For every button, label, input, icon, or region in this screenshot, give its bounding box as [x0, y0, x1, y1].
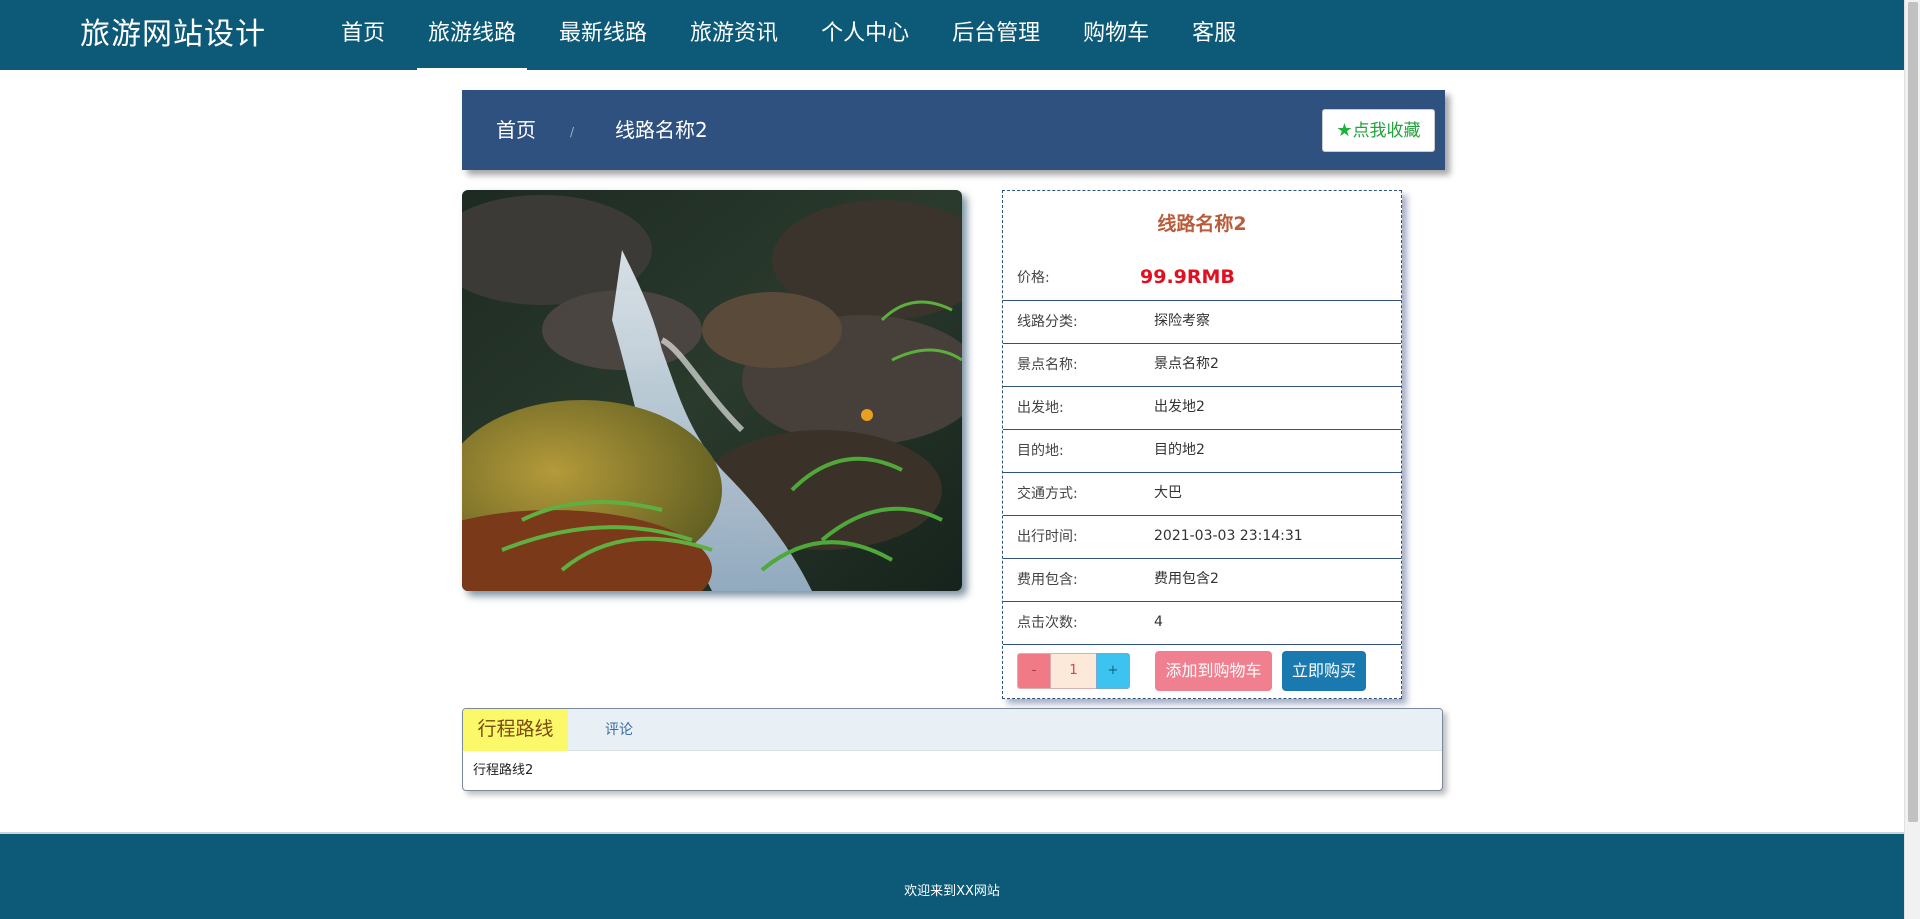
info-key: 目的地: [1017, 443, 1064, 459]
nav-item-tour-routes[interactable]: 旅游线路 [417, 0, 528, 70]
info-key: 点击次数: [1017, 615, 1078, 631]
info-row: 点击次数: 4 [1003, 601, 1401, 644]
main-menu: 首页 旅游线路 最新线路 旅游资讯 个人中心 后台管理 购物车 客服 [330, 0, 1268, 70]
nav-item-cart[interactable]: 购物车 [1072, 0, 1160, 70]
route-info-panel: 线路名称2 价格: 99.9RMB 线路分类: 探险考察 景点名称: 景点名称2… [1002, 190, 1402, 699]
info-row: 交通方式: 大巴 [1003, 472, 1401, 515]
scrollbar-thumb[interactable] [1908, 2, 1918, 822]
info-row: 费用包含: 费用包含2 [1003, 558, 1401, 601]
favorite-button[interactable]: ★点我收藏 [1322, 109, 1435, 152]
top-navbar: 旅游网站设计 首页 旅游线路 最新线路 旅游资讯 个人中心 后台管理 购物车 客… [0, 0, 1904, 70]
detail-tabs: 行程路线 评论 行程路线2 [462, 708, 1443, 791]
info-value: 目的地2 [1154, 442, 1205, 458]
info-key: 出发地: [1017, 400, 1064, 416]
breadcrumb-home-link[interactable]: 首页 [496, 90, 536, 170]
breadcrumb-separator: / [570, 125, 575, 139]
footer: 欢迎来到XX网站 [0, 832, 1904, 919]
site-brand[interactable]: 旅游网站设计 [80, 0, 266, 70]
info-key: 线路分类: [1017, 314, 1078, 330]
info-key: 景点名称: [1017, 357, 1078, 373]
page-scrollbar[interactable] [1904, 0, 1920, 919]
info-row: 目的地: 目的地2 [1003, 429, 1401, 472]
nav-item-travel-news[interactable]: 旅游资讯 [679, 0, 789, 70]
quantity-stepper: - 1 + [1017, 653, 1130, 689]
info-row: 出发地: 出发地2 [1003, 386, 1401, 429]
info-value: 2021-03-03 23:14:31 [1154, 528, 1303, 544]
quantity-input[interactable]: 1 [1051, 653, 1096, 689]
star-icon: ★ [1336, 120, 1353, 141]
tab-content: 行程路线2 [473, 763, 534, 778]
info-row: 景点名称: 景点名称2 [1003, 343, 1401, 386]
quantity-increase-button[interactable]: + [1096, 653, 1130, 689]
nav-item-customer-service[interactable]: 客服 [1181, 0, 1247, 70]
info-value: 出发地2 [1154, 399, 1205, 415]
add-to-cart-button[interactable]: 添加到购物车 [1155, 651, 1272, 691]
info-value: 4 [1154, 614, 1163, 630]
nav-item-home[interactable]: 首页 [330, 0, 396, 70]
breadcrumb-current: 线路名称2 [615, 118, 708, 142]
tab-header: 行程路线 评论 [463, 709, 1442, 751]
info-key: 出行时间: [1017, 529, 1078, 545]
info-row: 线路分类: 探险考察 [1003, 300, 1401, 343]
info-value: 大巴 [1154, 485, 1182, 501]
route-title: 线路名称2 [1157, 213, 1247, 235]
price-value: 99.9RMB [1140, 266, 1235, 288]
price-label: 价格: [1017, 270, 1050, 286]
route-photo [462, 190, 962, 591]
tab-comments[interactable]: 评论 [605, 709, 633, 751]
footer-text: 欢迎来到XX网站 [904, 884, 1000, 899]
nav-item-latest-routes[interactable]: 最新线路 [548, 0, 658, 70]
nav-item-admin[interactable]: 后台管理 [941, 0, 1051, 70]
purchase-actions: - 1 + 添加到购物车 立即购买 [1003, 644, 1401, 698]
info-key: 交通方式: [1017, 486, 1078, 502]
tab-itinerary[interactable]: 行程路线 [463, 709, 568, 751]
price-row: 价格: 99.9RMB [1003, 257, 1401, 300]
quantity-decrease-button[interactable]: - [1017, 653, 1051, 689]
info-value: 费用包含2 [1154, 571, 1219, 587]
favorite-button-label: 点我收藏 [1352, 121, 1421, 141]
buy-now-button[interactable]: 立即购买 [1282, 651, 1366, 691]
nav-item-user-center[interactable]: 个人中心 [810, 0, 920, 70]
info-key: 费用包含: [1017, 572, 1078, 588]
info-row: 出行时间: 2021-03-03 23:14:31 [1003, 515, 1401, 558]
info-value: 探险考察 [1154, 313, 1210, 329]
breadcrumb: 首页 / 线路名称2 ★点我收藏 [462, 90, 1445, 170]
info-value: 景点名称2 [1154, 356, 1219, 372]
